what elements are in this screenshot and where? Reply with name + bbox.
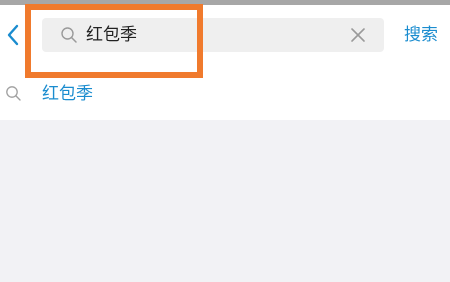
search-button[interactable]: 搜索 [404,23,438,47]
search-icon [61,27,77,43]
close-icon[interactable] [350,27,366,43]
chevron-left-icon [7,24,19,46]
suggestion-label: 红包季 [42,84,93,104]
suggestion-list: 红包季 [0,65,450,120]
search-icon [6,86,21,101]
search-header: 搜索 [0,5,450,65]
search-screen: 搜索 红包季 [0,0,450,282]
back-button[interactable] [4,22,22,48]
search-box[interactable] [42,18,384,52]
search-input[interactable] [86,20,336,50]
list-item[interactable]: 红包季 [0,65,450,120]
